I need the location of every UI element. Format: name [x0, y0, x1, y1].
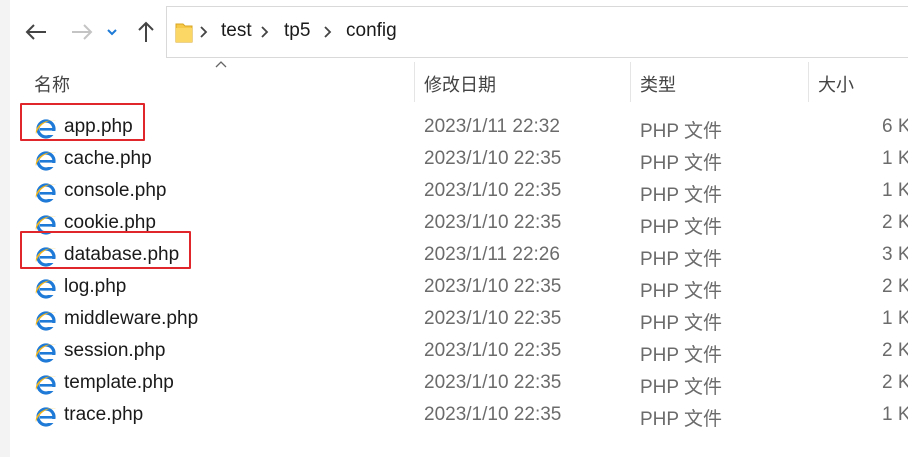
address-bar[interactable]: test tp5 config	[166, 6, 908, 58]
file-row[interactable]: log.php 2023/1/10 22:35 PHP 文件 2 K	[10, 271, 908, 303]
column-date-header[interactable]: 修改日期	[424, 71, 496, 97]
file-size: 1 K	[882, 404, 908, 425]
file-row[interactable]: middleware.php 2023/1/10 22:35 PHP 文件 1 K	[10, 303, 908, 335]
php-file-icon	[35, 215, 56, 235]
column-divider[interactable]	[630, 62, 631, 102]
file-name[interactable]: middleware.php	[64, 308, 198, 330]
php-file-icon	[35, 279, 56, 299]
file-size: 3 K	[882, 244, 908, 265]
file-name[interactable]: trace.php	[64, 404, 143, 426]
file-type: PHP 文件	[640, 153, 723, 174]
column-name-header[interactable]: 名称	[34, 71, 70, 97]
php-file-icon	[35, 311, 56, 331]
file-size: 6 K	[882, 116, 908, 137]
file-size: 2 K	[882, 276, 908, 297]
file-name[interactable]: template.php	[64, 372, 174, 394]
file-name[interactable]: log.php	[64, 276, 126, 298]
file-type: PHP 文件	[640, 185, 723, 206]
forward-button[interactable]	[68, 18, 96, 46]
php-file-icon	[35, 375, 56, 395]
file-name[interactable]: console.php	[64, 180, 166, 202]
file-row[interactable]: cache.php 2023/1/10 22:35 PHP 文件 1 K	[10, 143, 908, 175]
file-row[interactable]: cookie.php 2023/1/10 22:35 PHP 文件 2 K	[10, 207, 908, 239]
file-row[interactable]: trace.php 2023/1/10 22:35 PHP 文件 1 K	[10, 399, 908, 431]
file-date: 2023/1/11 22:26	[424, 244, 560, 265]
file-name[interactable]: app.php	[64, 116, 133, 138]
file-name[interactable]: cookie.php	[64, 212, 156, 234]
file-size: 2 K	[882, 340, 908, 361]
file-type: PHP 文件	[640, 217, 723, 238]
sort-ascending-icon	[215, 61, 227, 68]
chevron-right-icon[interactable]	[197, 21, 211, 43]
navigation-toolbar: test tp5 config	[10, 0, 908, 62]
php-file-icon	[35, 343, 56, 363]
file-size: 2 K	[882, 372, 908, 393]
file-size: 1 K	[882, 148, 908, 169]
chevron-right-icon[interactable]	[258, 21, 272, 43]
arrow-left-icon	[25, 24, 46, 40]
file-date: 2023/1/10 22:35	[424, 340, 562, 361]
up-button[interactable]	[132, 18, 160, 46]
file-row[interactable]: app.php 2023/1/11 22:32 PHP 文件 6 K	[10, 103, 908, 143]
column-divider[interactable]	[808, 62, 809, 102]
file-row[interactable]: template.php 2023/1/10 22:35 PHP 文件 2 K	[10, 367, 908, 399]
file-row[interactable]: session.php 2023/1/10 22:35 PHP 文件 2 K	[10, 335, 908, 367]
file-date: 2023/1/10 22:35	[424, 404, 562, 425]
column-type-header[interactable]: 类型	[640, 71, 676, 97]
file-type: PHP 文件	[640, 313, 723, 334]
php-file-icon	[35, 407, 56, 427]
file-type: PHP 文件	[640, 121, 723, 142]
php-file-icon	[35, 119, 56, 139]
chevron-down-icon	[107, 29, 117, 36]
file-date: 2023/1/10 22:35	[424, 148, 562, 169]
file-list: app.php 2023/1/11 22:32 PHP 文件 6 K cache.ph…	[10, 103, 908, 431]
file-type: PHP 文件	[640, 345, 723, 366]
file-row[interactable]: database.php 2023/1/11 22:26 PHP 文件 3 K	[10, 231, 908, 271]
php-file-icon	[35, 247, 56, 267]
file-date: 2023/1/10 22:35	[424, 180, 562, 201]
file-size: 1 K	[882, 180, 908, 201]
file-type: PHP 文件	[640, 281, 723, 302]
file-name[interactable]: session.php	[64, 340, 165, 362]
column-size-header[interactable]: 大小	[818, 71, 854, 97]
column-header: 名称 修改日期 类型 大小	[10, 61, 908, 104]
file-size: 2 K	[882, 212, 908, 233]
file-name[interactable]: database.php	[64, 244, 179, 266]
php-file-icon	[35, 183, 56, 203]
file-date: 2023/1/11 22:32	[424, 116, 560, 137]
back-button[interactable]	[22, 18, 50, 46]
file-row[interactable]: console.php 2023/1/10 22:35 PHP 文件 1 K	[10, 175, 908, 207]
left-panel-edge	[0, 0, 10, 457]
breadcrumb-item[interactable]: test	[221, 20, 252, 42]
column-divider[interactable]	[414, 62, 415, 102]
php-file-icon	[35, 151, 56, 171]
file-size: 1 K	[882, 308, 908, 329]
file-type: PHP 文件	[640, 249, 723, 270]
file-date: 2023/1/10 22:35	[424, 276, 562, 297]
folder-icon	[175, 23, 193, 43]
file-date: 2023/1/10 22:35	[424, 212, 562, 233]
file-type: PHP 文件	[640, 377, 723, 398]
file-name[interactable]: cache.php	[64, 148, 152, 170]
arrow-right-icon	[72, 24, 93, 40]
breadcrumb-item[interactable]: tp5	[284, 20, 310, 42]
arrow-up-icon	[138, 21, 154, 42]
file-date: 2023/1/10 22:35	[424, 372, 562, 393]
file-date: 2023/1/10 22:35	[424, 308, 562, 329]
breadcrumb-item[interactable]: config	[346, 20, 397, 42]
chevron-right-icon[interactable]	[321, 21, 335, 43]
recent-locations-button[interactable]	[102, 18, 122, 46]
file-type: PHP 文件	[640, 409, 723, 430]
